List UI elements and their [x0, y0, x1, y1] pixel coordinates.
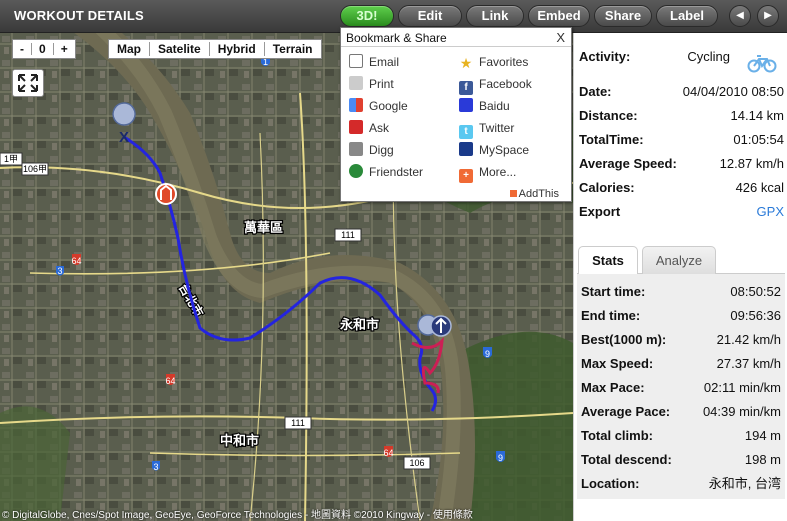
- share-baidu[interactable]: Baidu: [459, 98, 510, 114]
- export-gpx-link[interactable]: GPX: [757, 202, 784, 222]
- bookmark-popup-title: Bookmark & Share: [346, 31, 447, 45]
- facebook-icon: f: [459, 81, 473, 95]
- totaltime-row: TotalTime: 01:05:54: [579, 132, 784, 147]
- road-label-3: 3: [153, 462, 158, 472]
- 3d-button[interactable]: 3D!: [340, 5, 394, 27]
- zoom-out-button[interactable]: -: [13, 42, 31, 56]
- distance-row: Distance: 14.14 km: [579, 108, 784, 123]
- embed-button[interactable]: Embed: [528, 5, 590, 27]
- stats-tabs: Stats Analyze: [577, 246, 785, 275]
- district-label-zhonghe: 中和市: [220, 433, 259, 449]
- road-label-9: 9: [485, 349, 490, 359]
- district-label-wanhua: 萬華區: [244, 220, 283, 236]
- stat-row: Best(1000 m): 21.42 km/h: [581, 332, 781, 347]
- page-title: WORKOUT DETAILS: [14, 8, 144, 23]
- twitter-icon: t: [459, 125, 473, 139]
- zoom-reset-button[interactable]: 0: [32, 42, 53, 56]
- map-type-terrain[interactable]: Terrain: [265, 42, 321, 56]
- activity-label: Activity:: [579, 49, 631, 64]
- share-email[interactable]: Email: [349, 54, 399, 70]
- star-icon: ★: [459, 55, 473, 71]
- baidu-icon: [459, 98, 473, 112]
- label-button[interactable]: Label: [656, 5, 718, 27]
- stat-row: Total descend: 198 m: [581, 452, 781, 467]
- myspace-icon: [459, 142, 473, 156]
- map-copyright: © DigitalGlobe, Cnes/Spot Image, GeoEye,…: [2, 510, 473, 521]
- stat-row: End time: 09:56:36: [581, 308, 781, 323]
- activity-value: Cycling: [687, 49, 730, 64]
- map-type-satellite[interactable]: Satelite: [150, 42, 209, 56]
- svg-text:9: 9: [498, 453, 503, 463]
- share-more[interactable]: + More...: [459, 164, 516, 183]
- map-type-map[interactable]: Map: [109, 42, 149, 56]
- average-speed-row: Average Speed: 12.87 km/h: [579, 156, 784, 171]
- share-ask[interactable]: Ask: [349, 120, 389, 136]
- share-twitter[interactable]: t Twitter: [459, 120, 514, 139]
- svg-text:64: 64: [383, 448, 393, 458]
- stat-row: Max Speed: 27.37 km/h: [581, 356, 781, 371]
- bookmark-popup-header: Bookmark & Share X: [341, 28, 571, 47]
- zoom-control: - 0 +: [12, 39, 76, 59]
- svg-text:64: 64: [71, 256, 81, 266]
- svg-text:X: X: [119, 129, 129, 146]
- svg-text:64: 64: [165, 376, 175, 386]
- stats-table: Start time: 08:50:52 End time: 09:56:36 Be…: [577, 274, 785, 499]
- waypoint-marker[interactable]: [155, 183, 177, 205]
- friendster-icon: [349, 164, 363, 178]
- svg-text:3: 3: [57, 266, 62, 276]
- tab-analyze[interactable]: Analyze: [642, 246, 716, 274]
- share-button[interactable]: Share: [594, 5, 652, 27]
- share-print[interactable]: Print: [349, 76, 394, 92]
- edit-button[interactable]: Edit: [398, 5, 462, 27]
- digg-icon: [349, 142, 363, 156]
- share-google[interactable]: Google: [349, 98, 408, 114]
- zoom-in-button[interactable]: +: [54, 42, 75, 56]
- close-icon[interactable]: X: [556, 30, 565, 45]
- tab-stats[interactable]: Stats: [578, 246, 638, 275]
- map-type-hybrid[interactable]: Hybrid: [210, 42, 264, 56]
- share-facebook[interactable]: f Facebook: [459, 76, 532, 95]
- date-row: Date: 04/04/2010 08:50: [579, 84, 784, 99]
- share-favorites[interactable]: ★ Favorites: [459, 54, 529, 71]
- road-label-106: 106: [409, 458, 424, 468]
- addthis-icon: [509, 190, 517, 197]
- share-friendster[interactable]: Friendster: [349, 164, 423, 180]
- fullscreen-icon[interactable]: [12, 69, 44, 97]
- workout-details-panel: Activity: Cycling Date: 04/04/2010 08:50…: [573, 33, 787, 521]
- stat-row: Location: 永和市, 台湾: [581, 476, 781, 491]
- email-icon: [349, 54, 363, 68]
- road-label-1: 1甲: [4, 154, 18, 164]
- map-type-control: Map Satelite Hybrid Terrain: [108, 39, 322, 59]
- google-icon: [349, 98, 363, 112]
- previous-icon[interactable]: ◀: [729, 5, 751, 27]
- more-icon: +: [459, 169, 473, 183]
- addthis-link[interactable]: AddThis: [509, 188, 559, 200]
- bookmark-share-popup: Bookmark & Share X Email ★ Favorites Prin…: [340, 27, 572, 202]
- stat-row: Total climb: 194 m: [581, 428, 781, 443]
- svg-text:106甲: 106甲: [23, 164, 47, 174]
- stat-row: Max Pace: 02:11 min/km: [581, 380, 781, 395]
- end-marker[interactable]: [417, 314, 452, 337]
- svg-text:111: 111: [291, 418, 305, 428]
- bicycle-icon: [747, 55, 777, 73]
- stat-row: Start time: 08:50:52: [581, 284, 781, 299]
- ask-icon: [349, 120, 363, 134]
- link-button[interactable]: Link: [466, 5, 524, 27]
- export-row: Export GPX: [579, 202, 784, 222]
- calories-row: Calories: 426 kcal: [579, 180, 784, 195]
- share-myspace[interactable]: MySpace: [459, 142, 529, 158]
- next-icon[interactable]: ▶: [757, 5, 779, 27]
- stat-row: Average Pace: 04:39 min/km: [581, 404, 781, 419]
- district-label-yonghe: 永和市: [339, 317, 379, 333]
- print-icon: [349, 76, 363, 90]
- road-label-111: 111: [341, 230, 355, 240]
- share-digg[interactable]: Digg: [349, 142, 394, 158]
